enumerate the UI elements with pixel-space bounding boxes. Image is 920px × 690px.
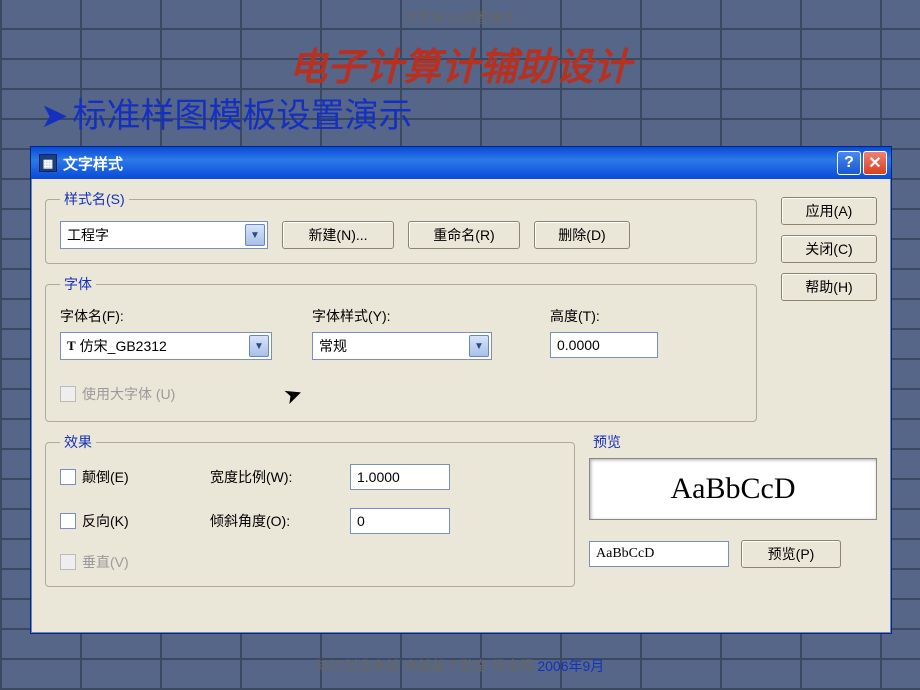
style-name-legend: 样式名(S) (60, 189, 129, 209)
vertical-checkbox: 垂直(V) (60, 552, 210, 572)
slide-subtitle: ➤标准样图模板设置演示 (40, 88, 413, 137)
titlebar-close-button[interactable]: ✕ (863, 151, 887, 175)
style-name-combo[interactable]: 工程字 ▼ (60, 221, 268, 249)
fontstyle-value: 常规 (319, 336, 347, 356)
delete-style-button[interactable]: 删除(D) (534, 221, 630, 249)
footer-text: 知识创造卓越 卓越基于勤奋 杨金辉 (316, 658, 534, 674)
width-factor-input[interactable]: 1.0000 (350, 464, 450, 490)
fontstyle-label: 字体样式(Y): (312, 306, 550, 326)
height-input[interactable]: 0.0000 (550, 332, 658, 358)
preview-input-value: AaBbCcD (596, 546, 654, 562)
fontname-combo[interactable]: T 仿宋_GB2312 ▼ (60, 332, 272, 360)
preview-group: 预览 AaBbCcD AaBbCcD 预览(P) (589, 432, 877, 597)
oblique-angle-label: 倾斜角度(O): (210, 511, 350, 531)
upside-down-checkbox[interactable]: 颠倒(E) (60, 467, 210, 487)
fontname-label: 字体名(F): (60, 306, 312, 326)
checkbox-icon (60, 469, 76, 485)
slide-footer: 知识创造卓越 卓越基于勤奋 杨金辉 2006年9月 (0, 656, 920, 676)
effects-legend: 效果 (60, 432, 96, 452)
backwards-checkbox[interactable]: 反向(K) (60, 511, 210, 531)
fontname-value: 仿宋_GB2312 (80, 336, 167, 356)
slide-title: 电子计算计辅助设计 (0, 36, 920, 91)
oblique-angle-input[interactable]: 0 (350, 508, 450, 534)
dialog-title: 文字样式 (63, 153, 123, 174)
checkbox-icon (60, 554, 76, 570)
backwards-label: 反向(K) (82, 511, 129, 531)
style-name-value: 工程字 (67, 225, 109, 245)
use-bigfont-checkbox: 使用大字体 (U) (60, 384, 175, 404)
fontstyle-combo[interactable]: 常规 ▼ (312, 332, 492, 360)
preview-sample-text: AaBbCcD (671, 472, 796, 506)
style-name-group: 样式名(S) 工程字 ▼ 新建(N)... 重命名(R) 删除(D) (45, 189, 757, 264)
preview-text-input[interactable]: AaBbCcD (589, 541, 729, 567)
upside-down-label: 颠倒(E) (82, 467, 129, 487)
height-value: 0.0000 (557, 337, 600, 353)
titlebar-help-button[interactable]: ? (837, 151, 861, 175)
oblique-angle-value: 0 (357, 513, 365, 529)
font-group: 字体 字体名(F): T 仿宋_GB2312 ▼ 字体样式(Y): 常规 ▼ (45, 274, 757, 422)
app-icon: ▦ (39, 154, 57, 172)
height-label: 高度(T): (550, 306, 730, 326)
use-bigfont-label: 使用大字体 (U) (82, 384, 175, 404)
slide-header: 文字标注设置课件 (0, 8, 920, 28)
width-factor-label: 宽度比例(W): (210, 467, 350, 487)
dialog-titlebar[interactable]: ▦ 文字样式 ? ✕ (31, 147, 891, 179)
apply-button[interactable]: 应用(A) (781, 197, 877, 225)
text-style-dialog: ▦ 文字样式 ? ✕ 应用(A) 关闭(C) 帮助(H) 样式名(S) 工程字 … (30, 146, 892, 634)
checkbox-icon (60, 386, 76, 402)
preview-button[interactable]: 预览(P) (741, 540, 841, 568)
footer-date: 2006年9月 (537, 658, 604, 674)
rename-style-button[interactable]: 重命名(R) (408, 221, 520, 249)
truetype-icon: T (67, 338, 76, 354)
font-legend: 字体 (60, 274, 96, 294)
help-button[interactable]: 帮助(H) (781, 273, 877, 301)
vertical-label: 垂直(V) (82, 552, 129, 572)
new-style-button[interactable]: 新建(N)... (282, 221, 394, 249)
checkbox-icon (60, 513, 76, 529)
chevron-down-icon: ▼ (245, 224, 265, 246)
chevron-down-icon: ▼ (249, 335, 269, 357)
preview-legend: 预览 (593, 432, 877, 452)
subtitle-text: 标准样图模板设置演示 (73, 98, 413, 135)
preview-box: AaBbCcD (589, 458, 877, 520)
bullet-icon: ➤ (40, 98, 69, 135)
chevron-down-icon: ▼ (469, 335, 489, 357)
width-factor-value: 1.0000 (357, 469, 400, 485)
close-button[interactable]: 关闭(C) (781, 235, 877, 263)
effects-group: 效果 颠倒(E) 宽度比例(W): 1.0000 反向(K) 倾斜角度(O): (45, 432, 575, 587)
